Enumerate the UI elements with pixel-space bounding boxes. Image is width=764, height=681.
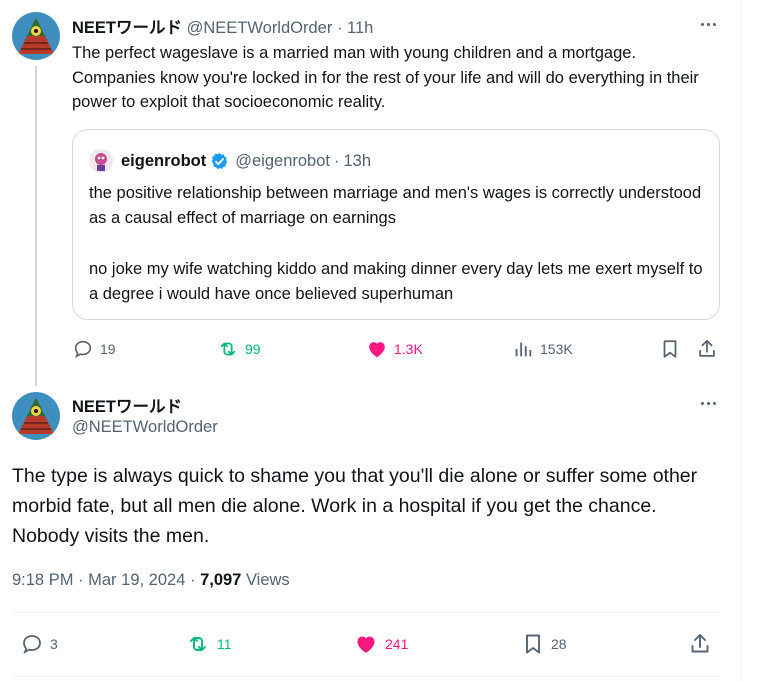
post-time[interactable]: 9:18 PM [12,571,73,589]
post-date[interactable]: Mar 19, 2024 [88,571,185,589]
tweet-2-text: The type is always quick to shame you th… [12,465,698,547]
reply-button[interactable]: 3 [20,632,58,656]
like-button[interactable]: 241 [353,632,408,656]
quoted-handle: @eigenrobot [235,151,330,170]
reply-count: 3 [50,636,58,652]
display-name: NEETワールド [72,398,183,416]
avatar-eigenrobot [89,149,113,173]
views-label: Views [245,571,290,589]
share-button[interactable] [688,632,718,656]
views-button[interactable]: 153K [512,338,573,360]
reply-icon [74,340,92,359]
views-total: 7,097 [200,571,242,589]
timestamp[interactable]: 11h [347,19,373,37]
like-icon [357,636,375,653]
quoted-tweet-header: eigenrobot @eigenrobot · 13h [89,149,371,173]
robot-avatar-icon [89,149,113,173]
pyramid-avatar-icon [12,392,60,440]
like-count: 1.3K [394,341,423,357]
display-name[interactable]: NEETワールド [72,19,182,37]
avatar-neetworld[interactable] [12,392,60,440]
separator: · [78,571,84,589]
tweet-2-display-name[interactable]: NEETワールド [72,393,182,417]
bookmark-button[interactable] [659,338,687,360]
tweet-2-handle[interactable]: @NEETWorldOrder [72,418,218,437]
like-count: 241 [385,636,409,652]
handle[interactable]: @NEETWorldOrder [187,19,333,37]
divider [12,612,720,613]
bookmark-icon [663,340,677,358]
handle: @NEETWorldOrder [72,418,218,436]
quoted-tweet[interactable]: eigenrobot @eigenrobot · 13h the positiv… [72,129,720,320]
repost-count: 99 [245,341,261,357]
bookmark-icon [526,634,540,654]
quoted-display-name: eigenrobot [121,151,207,170]
column-border [740,0,741,681]
separator: · [336,19,343,37]
tweet-1-text: The perfect wageslave is a married man w… [72,44,699,111]
views-count: 153K [540,341,573,357]
repost-icon [190,637,206,651]
tweet-1-header: NEETワールド @NEETWorldOrder · 11h [72,14,373,38]
like-icon [369,342,385,358]
reply-count: 19 [100,341,116,357]
repost-button[interactable]: 99 [217,338,261,360]
thread-connector [35,66,37,386]
reply-button[interactable]: 19 [72,338,116,360]
verified-badge-icon [212,152,228,169]
bookmark-count: 28 [551,636,567,652]
avatar-neetworld[interactable] [12,12,60,60]
tweet-2-meta: 9:18 PM · Mar 19, 2024 · 7,097 Views [12,571,290,590]
share-button[interactable] [696,338,724,360]
bookmark-button[interactable]: 28 [521,632,567,656]
more-icon[interactable] [696,393,720,413]
repost-button[interactable]: 11 [185,632,232,656]
reply-icon [23,635,41,654]
repost-count: 11 [217,636,232,652]
quoted-timestamp: 13h [343,151,372,170]
views-icon [515,342,532,357]
quoted-text-paragraph-1: the positive relationship between marria… [89,184,702,227]
separator: · [333,151,340,170]
share-icon [691,634,709,653]
share-icon [699,339,715,357]
repost-icon [220,342,236,356]
quoted-text-paragraph-2: no joke my wife watching kiddo and makin… [89,260,703,303]
divider [12,676,720,677]
more-icon[interactable] [696,14,720,34]
pyramid-avatar-icon [12,12,60,60]
like-button[interactable]: 1.3K [366,338,423,360]
separator: · [189,571,196,589]
